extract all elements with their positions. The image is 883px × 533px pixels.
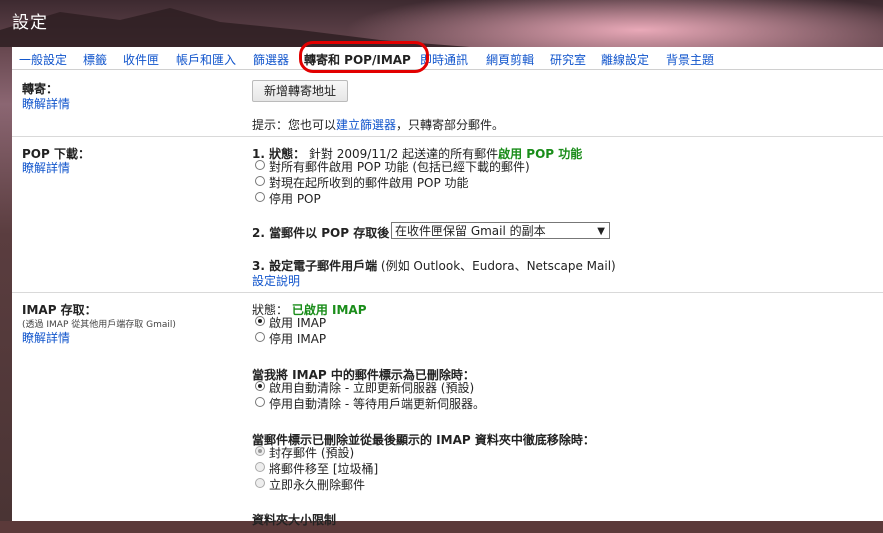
pop-option-radio-disable[interactable] (255, 192, 265, 202)
imap-autoexpunge-on-label: 啟用自動清除 - 立即更新伺服器 (預設) (269, 381, 475, 395)
forwarding-tip: 提示：您也可以建立篩選器，只轉寄部分郵件。 (252, 116, 504, 133)
pop-step3-prefix: 3. 設定電子郵件用戶端 (252, 259, 378, 273)
imap-archive-label: 封存郵件 (預設) (269, 446, 355, 460)
chevron-down-icon: ▼ (597, 226, 605, 237)
settings-tabs: 一般設定 標籤 收件匣 帳戶和匯入 篩選器 轉寄和 POP/IMAP 即時通訊 … (12, 41, 883, 73)
imap-autoexpunge-off-radio[interactable] (255, 397, 265, 407)
tip-suffix: ，只轉寄部分郵件。 (396, 118, 505, 132)
imap-learn-more-link[interactable]: 瞭解詳情 (22, 329, 70, 346)
forwarding-learn-more-link[interactable]: 瞭解詳情 (22, 95, 70, 112)
highlight-circle (299, 41, 429, 73)
pop-section: POP 下載： 瞭解詳情 1. 狀態： 針對 2009/11/2 起送達的所有郵… (12, 137, 883, 293)
forwarding-section: 轉寄： 瞭解詳情 新增轉寄地址 提示：您也可以建立篩選器，只轉寄部分郵件。 (12, 70, 883, 137)
pop-option-label-disable: 停用 POP (269, 192, 321, 206)
add-forwarding-address-button[interactable]: 新增轉寄地址 (252, 80, 348, 102)
pop-learn-more-link[interactable]: 瞭解詳情 (22, 159, 70, 176)
imap-archive-radio[interactable] (255, 446, 265, 456)
tab-themes[interactable]: 背景主題 (666, 51, 714, 68)
pop-step2-label: 2. 當郵件以 POP 存取後 (252, 226, 390, 240)
tab-inbox[interactable]: 收件匣 (123, 51, 159, 68)
pop-action-select-value: 在收件匣保留 Gmail 的副本 (395, 224, 546, 238)
tab-offline[interactable]: 離線設定 (601, 51, 649, 68)
tab-labs[interactable]: 研究室 (550, 51, 586, 68)
pop-action-select[interactable]: 在收件匣保留 Gmail 的副本 ▼ (391, 222, 610, 239)
imap-section: IMAP 存取： (透過 IMAP 從其他用戶端存取 Gmail) 瞭解詳情 狀… (12, 293, 883, 533)
pop-step3-text: (例如 Outlook、Eudora、Netscape Mail) (380, 259, 616, 273)
pop-option-label-all: 對所有郵件啟用 POP 功能 (包括已經下載的郵件) (269, 160, 530, 174)
imap-enable-label: 啟用 IMAP (269, 316, 327, 330)
pop-setup-instructions-link[interactable]: 設定說明 (252, 272, 300, 289)
tab-accounts[interactable]: 帳戶和匯入 (176, 51, 236, 68)
imap-folder-size-heading: 資料夾大小限制 (252, 513, 337, 527)
pop-option-label-new: 對現在起所收到的郵件啟用 POP 功能 (269, 176, 469, 190)
pop-step3: 3. 設定電子郵件用戶端 (例如 Outlook、Eudora、Netscape… (252, 257, 616, 274)
imap-trash-radio[interactable] (255, 462, 265, 472)
tab-general[interactable]: 一般設定 (19, 51, 67, 68)
tab-web-clips[interactable]: 網頁剪輯 (486, 51, 534, 68)
imap-trash-label: 將郵件移至 [垃圾桶] (269, 462, 379, 476)
pop-option-radio-all[interactable] (255, 160, 265, 170)
imap-disable-radio[interactable] (255, 332, 265, 342)
pop-option-radio-new[interactable] (255, 176, 265, 186)
tab-labels[interactable]: 標籤 (83, 51, 107, 68)
settings-panel: 一般設定 標籤 收件匣 帳戶和匯入 篩選器 轉寄和 POP/IMAP 即時通訊 … (12, 41, 883, 527)
page-title: 設定 (12, 13, 48, 33)
imap-delete-forever-label: 立即永久刪除郵件 (269, 478, 366, 492)
imap-disable-label: 停用 IMAP (269, 332, 327, 346)
create-filter-link[interactable]: 建立篩選器 (336, 118, 396, 132)
imap-delete-forever-radio[interactable] (255, 478, 265, 488)
imap-enable-radio[interactable] (255, 316, 265, 326)
tip-prefix: 提示：您也可以 (252, 118, 337, 132)
tab-filters[interactable]: 篩選器 (253, 51, 289, 68)
imap-autoexpunge-off-label: 停用自動清除 - 等待用戶端更新伺服器。 (269, 397, 485, 411)
imap-autoexpunge-on-radio[interactable] (255, 381, 265, 391)
imap-label: IMAP 存取： (22, 303, 97, 317)
